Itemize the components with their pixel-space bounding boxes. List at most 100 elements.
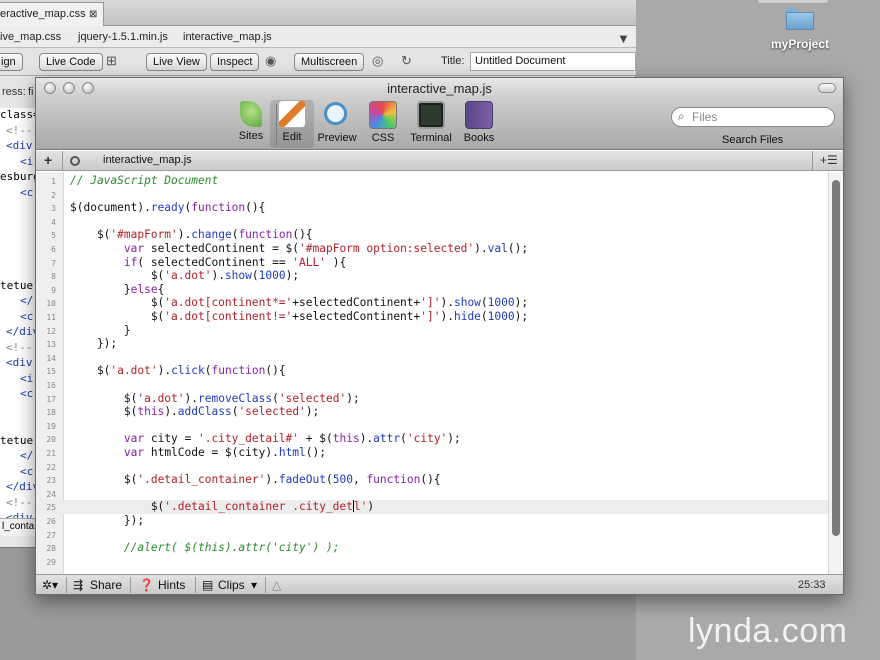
code-text[interactable]: }else{	[70, 283, 164, 296]
code-line[interactable]: 29	[36, 555, 828, 569]
code-line[interactable]: 6 var selectedContinent = $('#mapForm op…	[36, 242, 828, 256]
search-files-label: Search Files	[722, 134, 784, 146]
share-button[interactable]: Share	[90, 578, 122, 592]
code-line[interactable]: 23 $('.detail_container').fadeOut(500, f…	[36, 473, 828, 487]
toolbar-preview[interactable]: Preview	[315, 101, 359, 144]
bg-document-tab[interactable]: eractive_map.css ⊠	[0, 2, 104, 26]
inspect-grid-icon[interactable]: ⊞	[106, 53, 117, 69]
code-text[interactable]: $('a.dot').removeClass('selected');	[70, 392, 360, 405]
code-line[interactable]: 14	[36, 351, 828, 365]
code-line[interactable]: 19	[36, 419, 828, 433]
related-file-js[interactable]: interactive_map.js	[183, 31, 272, 43]
code-line[interactable]: 11 $('a.dot[continent!='+selectedContine…	[36, 310, 828, 324]
code-line[interactable]: 2	[36, 188, 828, 202]
line-number: 4	[51, 217, 56, 227]
code-text[interactable]: $('a.dot[continent!='+selectedContinent+…	[70, 310, 528, 323]
code-text[interactable]: $('a.dot').show(1000);	[70, 269, 299, 282]
clips-icon[interactable]: ▤	[202, 578, 213, 592]
code-text[interactable]: $('#mapForm').change(function(){	[70, 228, 313, 241]
code-text[interactable]: $('.detail_container .city_detl')	[70, 500, 374, 513]
code-line[interactable]: 8 $('a.dot').show(1000);	[36, 269, 828, 283]
warning-triangle-icon[interactable]: △	[272, 578, 281, 592]
document-title-input[interactable]: Untitled Document	[470, 52, 636, 71]
code-line[interactable]: 7 if( selectedContinent == 'ALL' ){	[36, 256, 828, 270]
code-text[interactable]: $('.detail_container').fadeOut(500, func…	[70, 473, 441, 486]
code-text[interactable]: $('a.dot[continent*='+selectedContinent+…	[70, 296, 528, 309]
search-files-input[interactable]: ⌕ Files	[671, 107, 835, 127]
code-line[interactable]: 25 $('.detail_container .city_detl')	[36, 500, 828, 514]
multiscreen-button[interactable]: Multiscreen	[294, 53, 365, 71]
toolbar-books[interactable]: Books	[457, 101, 501, 144]
code-text[interactable]: });	[70, 514, 144, 527]
tab-menu-icon[interactable]: +☰	[820, 153, 838, 167]
project-folder-icon[interactable]	[786, 8, 814, 30]
code-line[interactable]: 4	[36, 215, 828, 229]
refresh-icon[interactable]: ↻	[401, 53, 412, 69]
code-line[interactable]: 24	[36, 487, 828, 501]
document-tab-label[interactable]: interactive_map.js	[103, 154, 192, 166]
code-line[interactable]: 5 $('#mapForm').change(function(){	[36, 228, 828, 242]
filter-funnel-icon[interactable]: ▼	[617, 31, 630, 46]
related-file-jquery[interactable]: jquery-1.5.1.min.js	[78, 31, 168, 43]
bg-tab-label: eractive_map.css	[0, 8, 86, 20]
share-icon[interactable]: ⇶	[73, 578, 83, 592]
code-line[interactable]: 18 $(this).addClass('selected');	[36, 405, 828, 419]
live-view-button[interactable]: Live View	[146, 53, 207, 71]
code-line[interactable]: 13 });	[36, 337, 828, 351]
live-code-button[interactable]: Live Code	[39, 53, 103, 71]
new-tab-plus-icon[interactable]: +	[44, 152, 52, 168]
visual-aids-icon[interactable]: ◎	[372, 53, 383, 69]
code-line[interactable]: 9 }else{	[36, 283, 828, 297]
tab-close-icon[interactable]	[70, 156, 80, 166]
code-line[interactable]: 27	[36, 528, 828, 542]
hints-button[interactable]: Hints	[158, 578, 185, 592]
code-text[interactable]: $(document).ready(function(){	[70, 201, 265, 214]
code-line[interactable]: 17 $('a.dot').removeClass('selected');	[36, 392, 828, 406]
browser-preview-icon[interactable]: ◉	[265, 53, 276, 69]
code-line[interactable]: 21 var htmlCode = $(city).html();	[36, 446, 828, 460]
code-editor[interactable]: 1// JavaScript Document 2 3 $(document).rea…	[36, 172, 843, 574]
toolbar-edit[interactable]: Edit	[270, 100, 314, 148]
related-file-css[interactable]: ive_map.css	[0, 31, 61, 43]
code-text[interactable]: var htmlCode = $(city).html();	[70, 446, 326, 459]
vertical-scrollbar[interactable]	[828, 172, 843, 574]
code-text[interactable]: $(this).addClass('selected');	[70, 405, 319, 418]
scrollbar-thumb[interactable]	[832, 180, 840, 536]
menubar-edge	[758, 0, 828, 3]
code-text[interactable]: if( selectedContinent == 'ALL' ){	[70, 256, 346, 269]
inspect-button[interactable]: Inspect	[210, 53, 260, 71]
code-line[interactable]: 10 $('a.dot[continent*='+selectedContine…	[36, 296, 828, 310]
code-text[interactable]: var selectedContinent = $('#mapForm opti…	[70, 242, 528, 255]
title-bar[interactable]: interactive_map.js	[36, 78, 843, 98]
toolbar-sites[interactable]: Sites	[229, 101, 273, 142]
clips-button[interactable]: Clips	[218, 578, 245, 592]
bg-code-line: <c	[20, 387, 34, 400]
code-line[interactable]: 16	[36, 378, 828, 392]
code-text[interactable]: }	[70, 324, 131, 337]
folder-label[interactable]: myProject	[760, 37, 840, 51]
toolbar-toggle-icon[interactable]	[818, 83, 836, 93]
code-text[interactable]: // JavaScript Document	[70, 174, 218, 187]
code-line[interactable]: 20 var city = '.city_detail#' + $(this).…	[36, 432, 828, 446]
code-text[interactable]: //alert( $(this).attr('city') );	[70, 541, 340, 554]
code-line[interactable]: 26 });	[36, 514, 828, 528]
address-value[interactable]: fi	[28, 86, 34, 98]
line-number: 13	[46, 340, 56, 350]
code-line[interactable]: 12 }	[36, 324, 828, 338]
code-line[interactable]: 3 $(document).ready(function(){	[36, 201, 828, 215]
code-line[interactable]: 28 //alert( $(this).attr('city') );	[36, 541, 828, 555]
toolbar-terminal[interactable]: Terminal	[406, 101, 456, 144]
settings-gear-icon[interactable]: ✲▾	[42, 578, 58, 592]
design-button[interactable]: ign	[0, 53, 23, 71]
code-text[interactable]: var city = '.city_detail#' + $(this).att…	[70, 432, 461, 445]
code-line[interactable]: 1 // JavaScript Document	[36, 174, 828, 188]
clips-dropdown-chevron-icon[interactable]: ▾	[251, 578, 257, 592]
tab-close-icon[interactable]: ⊠	[89, 9, 97, 20]
hints-help-icon[interactable]: ❓	[139, 578, 154, 592]
lynda-watermark: lynda.com	[688, 612, 848, 650]
code-line[interactable]: 15 $('a.dot').click(function(){	[36, 364, 828, 378]
code-text[interactable]: $('a.dot').click(function(){	[70, 364, 286, 377]
code-line[interactable]: 22	[36, 460, 828, 474]
toolbar-css[interactable]: CSS	[361, 101, 405, 144]
code-text[interactable]: });	[70, 337, 117, 350]
